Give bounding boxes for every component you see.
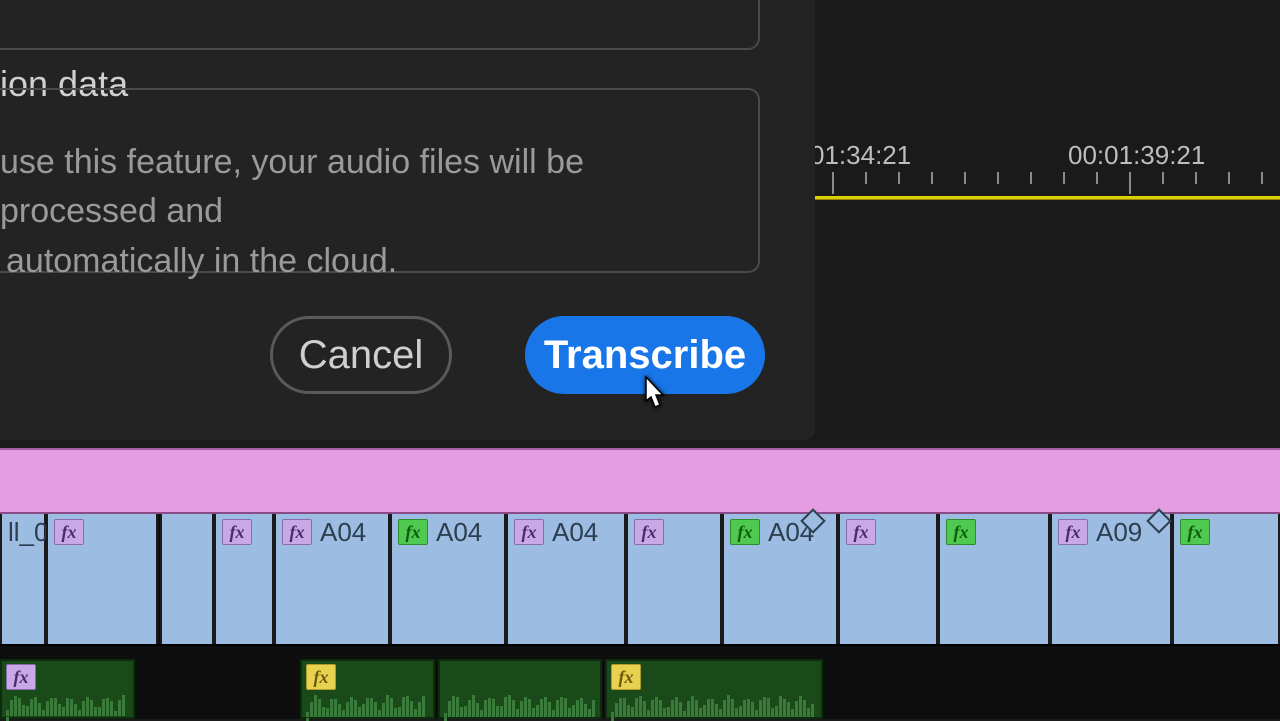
video-clip[interactable]: fxA04 (722, 514, 838, 644)
fx-badge-icon: fx (846, 519, 876, 545)
fx-badge-icon: fx (634, 519, 664, 545)
fx-badge-icon: fx (1180, 519, 1210, 545)
waveform-icon (6, 695, 129, 715)
clip-label: ll_0 (8, 517, 48, 548)
video-clip[interactable]: fx A04 (274, 514, 390, 644)
transcribe-dialog: ion data use this feature, your audio fi… (0, 0, 815, 440)
clip-label: A09 (1096, 517, 1142, 548)
video-clip[interactable]: fx (838, 514, 938, 644)
waveform-icon (611, 695, 817, 715)
audio-clip[interactable]: fx (605, 659, 823, 719)
clip-label: A04 (436, 517, 482, 548)
audio-clip[interactable] (438, 659, 602, 719)
mouse-cursor-icon (637, 375, 671, 420)
video-clip[interactable]: fx A04 (506, 514, 626, 644)
video-track[interactable]: ll_0fxfxfxA04fxA04fxA04fxfxA04fxfxfxA09f… (0, 514, 1280, 646)
info-text: use this feature, your audio files will … (0, 138, 695, 286)
timecode-2: 00:01:39:21 (1068, 140, 1205, 171)
video-clip[interactable]: fx (1172, 514, 1280, 644)
video-clip[interactable]: fx A09 (1050, 514, 1172, 644)
timecode-1: 01:34:21 (810, 140, 911, 171)
video-clip[interactable]: fx (214, 514, 274, 644)
fx-badge-icon: fx (611, 664, 641, 690)
waveform-icon (306, 695, 429, 715)
fx-badge-icon: fx (514, 519, 544, 545)
audio-clip[interactable]: fx (300, 659, 435, 719)
timeline-ruler[interactable]: 01:34:21 00:01:39:21 (810, 140, 1280, 205)
audio-clip[interactable]: fx (0, 659, 135, 719)
video-clip[interactable]: fx (938, 514, 1050, 644)
info-line-2: automatically in the cloud. (0, 242, 397, 280)
clip-label: A04 (552, 517, 598, 548)
info-line-1: use this feature, your audio files will … (0, 143, 584, 230)
fx-badge-icon: fx (222, 519, 252, 545)
fx-badge-icon: fx (282, 519, 312, 545)
dialog-top-border (0, 0, 760, 50)
audio-track[interactable]: fx fx fx (0, 659, 1280, 719)
video-clip[interactable]: ll_0 (0, 514, 46, 644)
ruler-playhead-line (810, 196, 1280, 200)
fx-badge-icon: fx (6, 664, 36, 690)
clip-label: A04 (320, 517, 366, 548)
fx-badge-icon: fx (730, 519, 760, 545)
marker-track[interactable] (0, 448, 1280, 514)
track-gap (0, 646, 1280, 659)
fx-badge-icon: fx (54, 519, 84, 545)
video-clip[interactable]: fx (626, 514, 722, 644)
timeline-tracks: ll_0fxfxfxA04fxA04fxA04fxfxA04fxfxfxA09f… (0, 448, 1280, 719)
fx-badge-icon: fx (946, 519, 976, 545)
video-clip[interactable]: fx (46, 514, 158, 644)
fx-badge-icon: fx (398, 519, 428, 545)
video-clip[interactable] (160, 514, 214, 644)
fx-badge-icon: fx (306, 664, 336, 690)
video-clip[interactable]: fx A04 (390, 514, 506, 644)
waveform-icon (444, 695, 596, 715)
cancel-button[interactable]: Cancel (270, 316, 452, 394)
fx-badge-icon: fx (1058, 519, 1088, 545)
